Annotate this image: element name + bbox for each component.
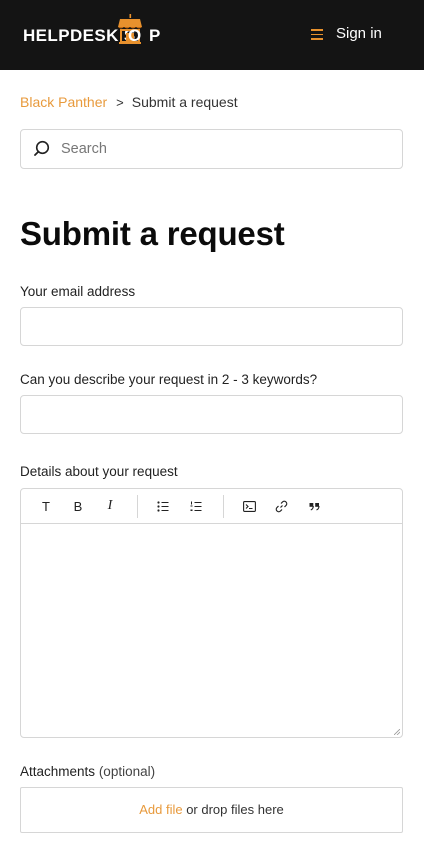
toolbar-divider — [137, 495, 138, 518]
subject-label: Can you describe your request in 2 - 3 k… — [20, 372, 318, 387]
details-editor[interactable]: T B I — [20, 488, 403, 738]
bold-button[interactable]: B — [70, 498, 86, 514]
toolbar-divider — [223, 495, 224, 518]
breadcrumb-current: Submit a request — [131, 94, 238, 110]
site-header: HELPDESK S O P Sign in — [0, 0, 424, 70]
attachments-optional-text: (optional) — [98, 764, 156, 779]
hamburger-menu-icon[interactable] — [311, 29, 323, 40]
italic-button[interactable]: I — [102, 498, 118, 514]
text-format-button[interactable]: T — [38, 498, 54, 514]
search-input[interactable] — [61, 138, 381, 160]
search-icon — [34, 140, 50, 156]
link-icon[interactable] — [273, 498, 289, 514]
add-file-link[interactable]: Add file — [139, 802, 182, 817]
sign-in-link[interactable]: Sign in — [336, 25, 382, 42]
drop-files-text: or drop files here — [182, 802, 284, 817]
logo-text-part-3: P — [149, 26, 161, 45]
editor-toolbar: T B I — [21, 489, 402, 524]
file-dropzone[interactable]: Add file or drop files here — [20, 787, 403, 833]
numbered-list-icon[interactable] — [188, 498, 204, 514]
breadcrumb-separator: > — [116, 95, 124, 110]
details-label: Details about your request — [20, 464, 178, 479]
code-block-icon[interactable] — [241, 498, 257, 514]
logo-text-part-2: O — [128, 26, 142, 45]
breadcrumb-link-black-panther[interactable]: Black Panther — [20, 94, 107, 110]
page-title: Submit a request — [20, 215, 285, 252]
subject-field[interactable] — [20, 395, 403, 434]
bulleted-list-icon[interactable] — [155, 498, 171, 514]
quote-icon[interactable] — [306, 498, 322, 514]
attachments-label-text: Attachments — [20, 764, 96, 779]
email-field[interactable] — [20, 307, 403, 346]
attachments-label: Attachments (optional) — [20, 764, 155, 779]
email-label: Your email address — [20, 284, 136, 299]
search-box[interactable] — [20, 129, 403, 169]
resize-handle-icon[interactable] — [394, 729, 400, 735]
breadcrumb: Black Panther > Submit a request — [20, 94, 238, 110]
